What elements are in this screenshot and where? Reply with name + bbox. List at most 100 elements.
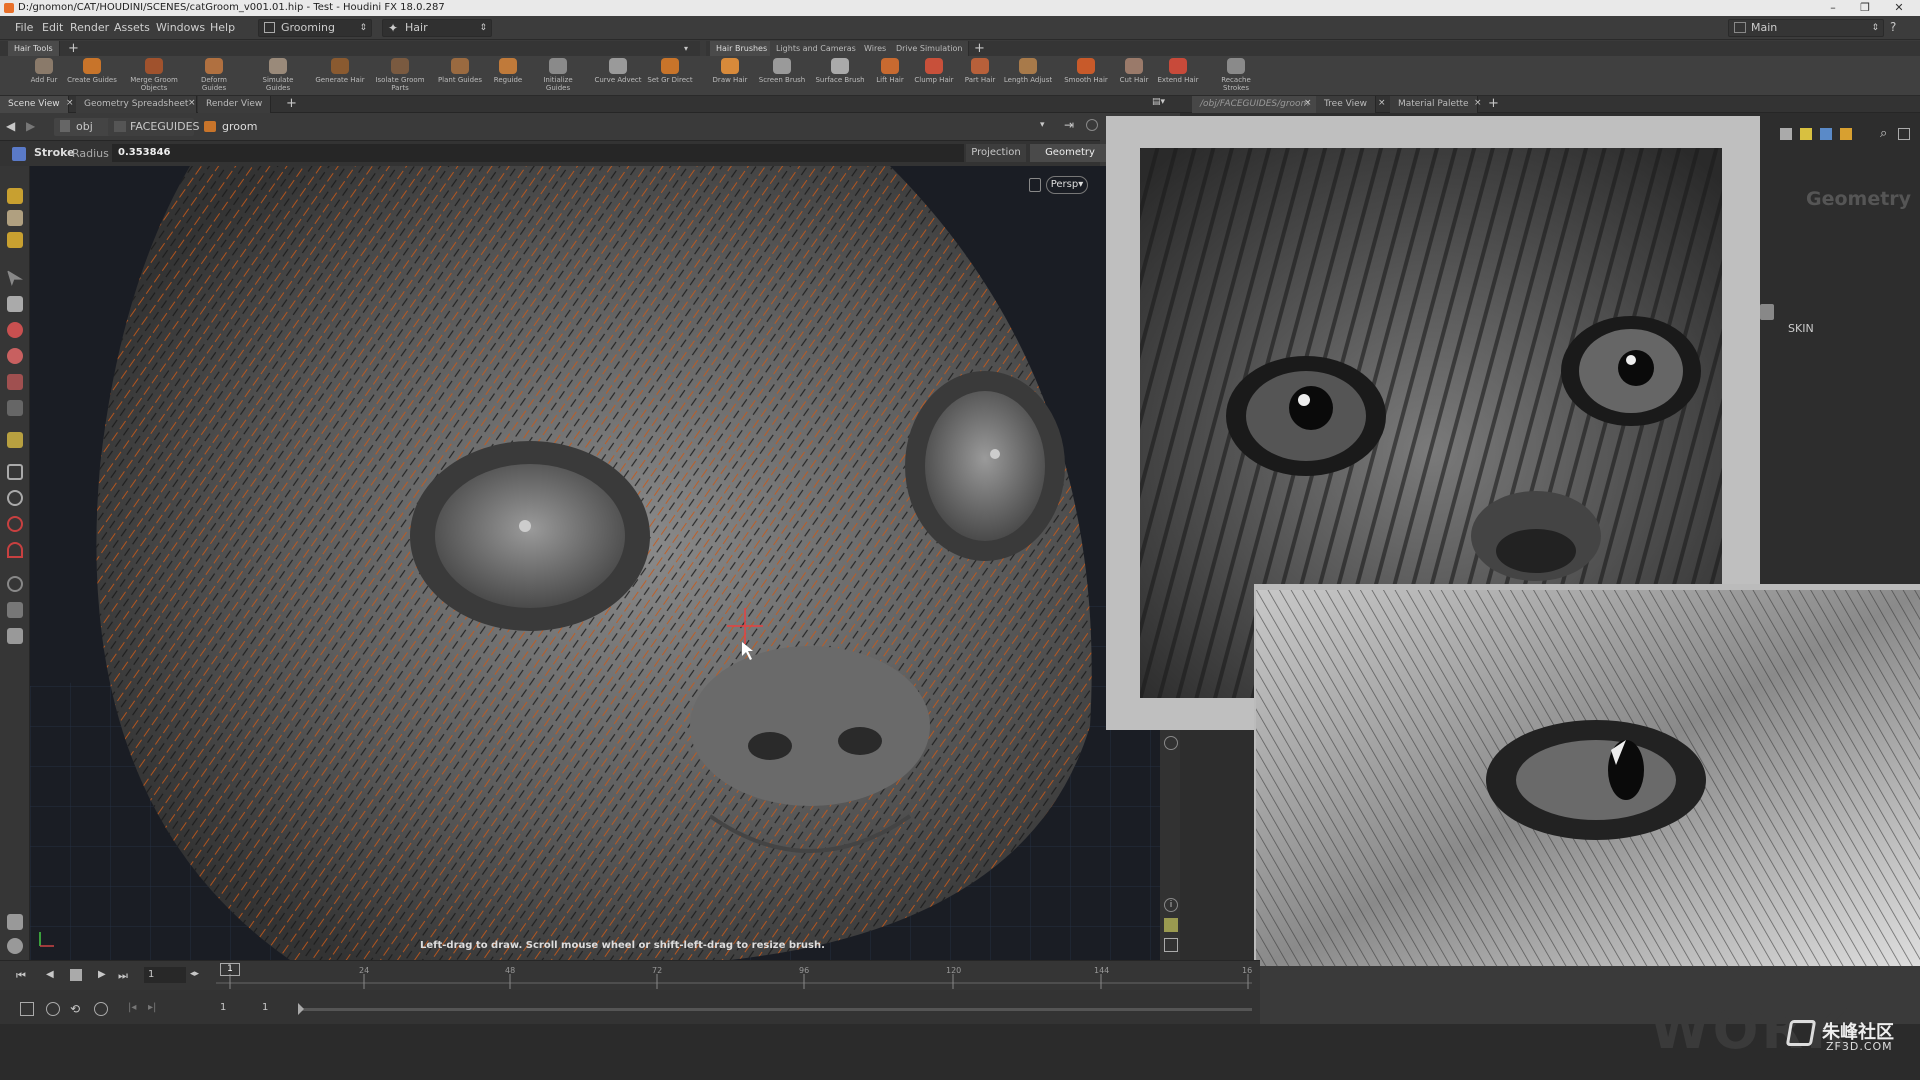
jump-start-icon[interactable]: ⏮ <box>16 969 26 983</box>
shelf-tab-wires[interactable]: Wires <box>858 41 894 56</box>
desktop-select[interactable]: Grooming ⇕ <box>258 19 372 37</box>
tool-set-direct[interactable]: Set Gr Direct <box>646 58 694 96</box>
handle-icon[interactable] <box>7 400 23 416</box>
tab-render-view[interactable]: Render View <box>198 96 272 113</box>
audio-icon[interactable] <box>46 1002 60 1016</box>
pane-menu-icon[interactable]: ▤▾ <box>1152 97 1165 107</box>
grid-icon[interactable] <box>1164 918 1178 932</box>
network-box-icon[interactable] <box>1820 128 1832 140</box>
camera-icon[interactable] <box>7 576 23 592</box>
minimize-button[interactable]: – <box>1818 0 1848 16</box>
menu-assets[interactable]: Assets <box>114 21 150 34</box>
close-icon[interactable]: × <box>188 98 196 108</box>
range-end-field[interactable]: 1 <box>262 1002 268 1013</box>
magnet-snap-icon[interactable] <box>7 542 23 558</box>
list-icon[interactable] <box>1780 128 1792 140</box>
info-icon[interactable]: i <box>1164 898 1178 912</box>
shelf-tab-drive-sim[interactable]: Drive Simulation <box>890 41 970 56</box>
display-icon[interactable] <box>7 938 23 954</box>
tool-recache-strokes[interactable]: Recache Strokes <box>1210 58 1262 96</box>
stroke-icon[interactable] <box>7 210 23 226</box>
magnet-icon[interactable] <box>7 490 23 506</box>
background-icon[interactable] <box>1164 938 1178 952</box>
link-icon[interactable] <box>1086 119 1098 131</box>
frame-input[interactable]: 1 <box>144 967 186 983</box>
jump-end-icon[interactable]: ⏭ <box>118 969 128 983</box>
snapshot-icon[interactable] <box>1164 736 1178 750</box>
add-tab-icon[interactable]: + <box>286 96 297 111</box>
range-end-arrow-icon[interactable]: ▸| <box>148 1002 156 1013</box>
menu-file[interactable]: File <box>15 21 33 34</box>
close-icon[interactable]: × <box>1474 98 1482 108</box>
rotate-icon[interactable] <box>7 348 23 364</box>
main-desktop-select[interactable]: Main ⇕ <box>1728 19 1884 37</box>
tool-extend-hair[interactable]: Extend Hair <box>1152 58 1204 96</box>
lock-camera-icon[interactable] <box>1029 178 1041 192</box>
tool-surface-brush[interactable]: Surface Brush <box>814 58 866 96</box>
scene-viewport[interactable]: Persp▾ Left-drag to draw. Scroll mouse w… <box>30 166 1160 960</box>
view-icon[interactable] <box>7 464 23 480</box>
pin-icon[interactable]: ⇥ <box>1064 118 1074 132</box>
chevron-down-icon[interactable]: ▾ <box>684 41 688 56</box>
light-icon[interactable] <box>7 628 23 644</box>
menu-windows[interactable]: Windows <box>156 21 205 34</box>
tab-network-path[interactable]: /obj/FACEGUIDES/groom <box>1192 96 1319 113</box>
step-frame-icon[interactable]: ◂▸ <box>190 969 199 979</box>
camera-menu[interactable]: Persp▾ <box>1046 176 1088 194</box>
shelf-tab-hair-brushes[interactable]: Hair Brushes <box>710 41 775 56</box>
radius-field[interactable]: 0.353846 <box>112 144 964 162</box>
help-icon[interactable]: ? <box>1890 20 1896 34</box>
close-button[interactable]: ✕ <box>1884 0 1914 16</box>
tool-clump-hair[interactable]: Clump Hair <box>908 58 960 96</box>
menu-help[interactable]: Help <box>210 21 235 34</box>
palette-icon[interactable] <box>1840 128 1852 140</box>
tool-simulate-guides[interactable]: Simulate Guides <box>252 58 304 96</box>
transform-icon[interactable] <box>7 322 23 338</box>
render-icon[interactable] <box>7 602 23 618</box>
close-icon[interactable]: × <box>66 98 74 108</box>
menu-render[interactable]: Render <box>70 21 109 34</box>
snap-icon[interactable] <box>7 516 23 532</box>
path-node-groom[interactable]: groom <box>202 118 272 136</box>
chevron-down-icon[interactable]: ▾ <box>1040 120 1045 130</box>
tool-generate-hair[interactable]: Generate Hair <box>314 58 366 96</box>
close-icon[interactable]: × <box>1378 98 1386 108</box>
flipbook-icon[interactable] <box>7 914 23 930</box>
geometry-tab[interactable]: Geometry <box>1030 144 1110 162</box>
loop-icon[interactable]: ⟲ <box>70 1002 80 1016</box>
tab-material-palette[interactable]: Material Palette <box>1390 96 1478 113</box>
paint-icon[interactable] <box>7 232 23 248</box>
range-slider-handle[interactable] <box>298 1003 304 1015</box>
stop-icon[interactable] <box>70 969 82 981</box>
tool-length-adjust[interactable]: Length Adjust <box>1002 58 1054 96</box>
add-shelf-icon[interactable]: + <box>68 41 79 56</box>
shelf-tab-lights[interactable]: Lights and Cameras <box>770 41 863 56</box>
tool-reguide[interactable]: Reguide <box>482 58 534 96</box>
play-icon[interactable]: ▶ <box>98 969 106 980</box>
close-icon[interactable]: × <box>1304 98 1312 108</box>
play-reverse-icon[interactable]: ◀ <box>46 969 54 980</box>
tool-merge-groom[interactable]: Merge Groom Objects <box>128 58 180 96</box>
tool-smooth-hair[interactable]: Smooth Hair <box>1060 58 1112 96</box>
back-arrow-icon[interactable]: ◀ <box>6 119 15 133</box>
forward-arrow-icon[interactable]: ▶ <box>26 119 35 133</box>
range-start-field[interactable]: 1 <box>220 1002 226 1013</box>
shelf-tab-hair-tools[interactable]: Hair Tools <box>8 41 60 56</box>
current-frame-marker[interactable]: 1 <box>220 963 240 976</box>
context-select[interactable]: ✦ Hair ⇕ <box>382 19 492 37</box>
pose-icon[interactable] <box>7 432 23 448</box>
skin-node[interactable] <box>1760 304 1774 320</box>
tool-part-hair[interactable]: Part Hair <box>954 58 1006 96</box>
path-node-faceguides[interactable]: FACEGUIDES <box>108 118 200 136</box>
tab-scene-view[interactable]: Scene View <box>0 96 69 113</box>
tool-deform-guides[interactable]: Deform Guides <box>188 58 240 96</box>
range-start-arrow-icon[interactable]: |◂ <box>128 1002 136 1013</box>
tool-create-guides[interactable]: Create Guides <box>66 58 118 96</box>
tool-screen-brush[interactable]: Screen Brush <box>756 58 808 96</box>
tool-initialize-guides[interactable]: Initialize Guides <box>532 58 584 96</box>
projection-tab[interactable]: Projection <box>966 144 1026 162</box>
tool-isolate-groom[interactable]: Isolate Groom Parts <box>374 58 426 96</box>
add-shelf-icon[interactable]: + <box>974 41 985 56</box>
tool-curve-advect[interactable]: Curve Advect <box>592 58 644 96</box>
tab-geometry-spreadsheet[interactable]: Geometry Spreadsheet <box>76 96 198 113</box>
